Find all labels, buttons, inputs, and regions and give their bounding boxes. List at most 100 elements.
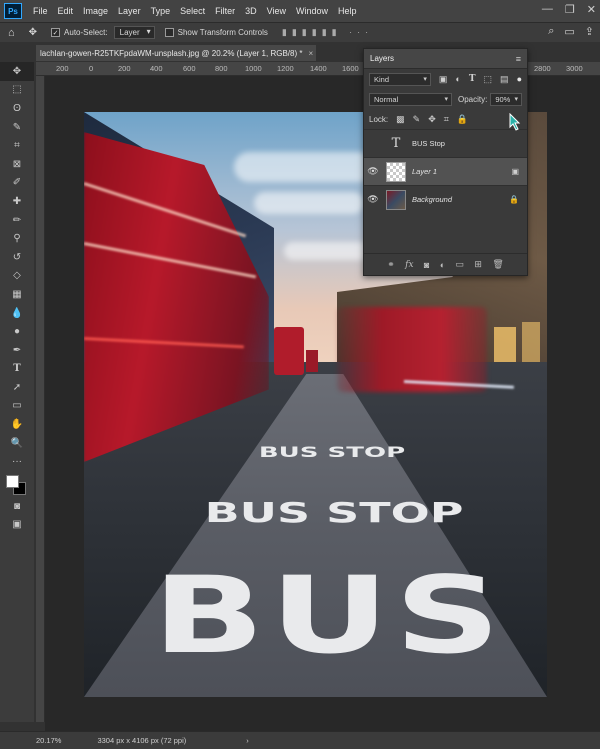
rectangle-tool-icon[interactable]: ▭: [0, 397, 34, 416]
lock-transparent-icon[interactable]: ▩: [396, 114, 405, 125]
opacity-value: 90%: [495, 94, 511, 104]
pen-tool-icon[interactable]: ✒: [0, 341, 34, 360]
status-menu-icon[interactable]: ›: [246, 736, 249, 745]
show-transform-option[interactable]: Show Transform Controls: [164, 28, 268, 37]
hand-tool-icon[interactable]: ✋: [0, 415, 34, 434]
close-document-icon[interactable]: ×: [308, 49, 313, 58]
color-swatches[interactable]: [0, 471, 34, 497]
filter-shape-icon[interactable]: ⬚: [484, 74, 493, 85]
quick-mask-icon[interactable]: ◙: [0, 497, 34, 516]
path-selection-tool-icon[interactable]: ➚: [0, 378, 34, 397]
gradient-tool-icon[interactable]: ▦: [0, 285, 34, 304]
document-tab[interactable]: lachlan-gowen-R25TKFpdaWM-unsplash.jpg @…: [36, 45, 316, 61]
options-bar: ⌂ ✥ ✓ Auto-Select: Layer Show Transform …: [0, 22, 600, 42]
filter-kind-dropdown[interactable]: Kind: [369, 72, 431, 86]
menu-file[interactable]: File: [28, 6, 53, 16]
panel-menu-icon[interactable]: ≡: [516, 54, 521, 64]
home-icon[interactable]: ⌂: [8, 27, 15, 39]
foreground-color-swatch[interactable]: [6, 475, 19, 489]
stencil-line2: BUS STOP: [205, 497, 464, 529]
lock-image-icon[interactable]: ✎: [413, 114, 421, 125]
trash-icon[interactable]: 🗑: [492, 259, 503, 270]
layer-row-layer-1[interactable]: 👁 Layer 1 ▣: [364, 157, 527, 185]
zoom-level[interactable]: 20.17%: [36, 736, 61, 745]
frame-tool-icon[interactable]: ⊠: [0, 155, 34, 174]
ruler-tick: 1000: [245, 64, 262, 73]
opacity-input[interactable]: 90%: [490, 92, 522, 106]
menu-filter[interactable]: Filter: [210, 6, 240, 16]
status-bar: 20.17% 3304 px x 4106 px (72 ppi) ›: [0, 731, 600, 749]
healing-brush-tool-icon[interactable]: ✚: [0, 192, 34, 211]
lock-all-icon[interactable]: 🔒: [457, 114, 468, 125]
crop-tool-icon[interactable]: ⌗: [0, 136, 34, 155]
zoom-tool-icon[interactable]: 🔍: [0, 434, 34, 453]
layer-row-background[interactable]: 👁 Background 🔒: [364, 185, 527, 213]
layers-panel-header[interactable]: Layers ≡: [364, 49, 527, 69]
search-icon[interactable]: ⌕: [548, 25, 554, 38]
visibility-toggle-icon[interactable]: 👁: [364, 138, 382, 149]
filter-adjustment-icon[interactable]: ◐: [455, 74, 460, 84]
menu-help[interactable]: Help: [333, 6, 362, 16]
quick-select-tool-icon[interactable]: ✎: [0, 118, 34, 137]
lock-artboard-icon[interactable]: ⌗: [444, 114, 449, 125]
auto-select-dropdown[interactable]: Layer: [113, 26, 155, 39]
workspace-icon[interactable]: ▭: [564, 25, 574, 38]
minimize-button[interactable]: —: [542, 3, 553, 16]
mask-icon[interactable]: ◙: [424, 260, 429, 270]
tools-panel: ✥ ⬚ ʘ ✎ ⌗ ⊠ ✐ ✚ ✏ ⚲ ↺ ◇ ▦ 💧 ● ✒ T ➚ ▭ ✋ …: [0, 62, 34, 722]
filter-pixel-icon[interactable]: ▣: [439, 74, 448, 85]
blend-mode-dropdown[interactable]: Normal: [369, 92, 452, 106]
eye-icon[interactable]: 👁: [364, 194, 382, 205]
link-icon[interactable]: ⚭: [387, 259, 395, 270]
move-tool-icon[interactable]: ✥: [0, 62, 34, 81]
lock-position-icon[interactable]: ✥: [428, 114, 436, 125]
group-icon[interactable]: ▭: [456, 259, 465, 270]
menu-type[interactable]: Type: [146, 6, 176, 16]
ruler-tick: 200: [118, 64, 131, 73]
menu-bar: Ps File Edit Image Layer Type Select Fil…: [0, 0, 600, 22]
eye-icon[interactable]: 👁: [364, 166, 382, 177]
text-layer-thumbnail: T: [391, 136, 401, 151]
menu-select[interactable]: Select: [175, 6, 210, 16]
fx-icon[interactable]: fx: [405, 260, 413, 270]
menu-window[interactable]: Window: [291, 6, 333, 16]
brush-tool-icon[interactable]: ✏: [0, 211, 34, 230]
filter-toggle-icon[interactable]: ●: [517, 74, 522, 84]
share-icon[interactable]: ⇪: [585, 25, 594, 38]
eyedropper-tool-icon[interactable]: ✐: [0, 174, 34, 193]
move-tool-icon[interactable]: ✥: [29, 27, 37, 38]
dodge-tool-icon[interactable]: ●: [0, 322, 34, 341]
ruler-tick: 0: [89, 64, 94, 73]
photoshop-logo[interactable]: Ps: [4, 3, 22, 19]
menu-image[interactable]: Image: [78, 6, 113, 16]
eraser-tool-icon[interactable]: ◇: [0, 267, 34, 286]
menu-edit[interactable]: Edit: [53, 6, 79, 16]
ruler-tick: 600: [183, 64, 196, 73]
filter-smart-object-icon[interactable]: ▤: [500, 74, 509, 85]
show-transform-checkbox[interactable]: [164, 28, 174, 37]
lasso-tool-icon[interactable]: ʘ: [0, 99, 34, 118]
layers-panel: Layers ≡ Kind ▣ ◐ T ⬚ ▤ ● Normal Opacity…: [363, 48, 528, 276]
screen-mode-icon[interactable]: ▣: [0, 516, 34, 535]
filter-type-icon[interactable]: T: [469, 74, 476, 84]
restore-button[interactable]: ❐: [565, 3, 575, 16]
clone-stamp-tool-icon[interactable]: ⚲: [0, 229, 34, 248]
blur-tool-icon[interactable]: 💧: [0, 304, 34, 323]
more-tools-icon[interactable]: ···: [0, 452, 34, 471]
menu-view[interactable]: View: [262, 6, 291, 16]
adjustment-icon[interactable]: ◐: [440, 260, 445, 270]
new-layer-icon[interactable]: ⊞: [474, 259, 482, 270]
type-tool-icon[interactable]: T: [0, 360, 34, 379]
lock-icon[interactable]: 🔒: [509, 195, 519, 204]
show-transform-label: Show Transform Controls: [177, 28, 268, 37]
align-icons[interactable]: ▮▮▮▮▮▮ ···: [282, 27, 373, 38]
close-button[interactable]: ✕: [587, 3, 596, 16]
auto-select-option[interactable]: ✓ Auto-Select:: [51, 28, 108, 37]
auto-select-checkbox[interactable]: ✓: [51, 28, 61, 37]
layer-name: Layer 1: [412, 167, 438, 176]
menu-3d[interactable]: 3D: [240, 6, 262, 16]
history-brush-tool-icon[interactable]: ↺: [0, 248, 34, 267]
layer-row-bus-stop[interactable]: 👁 T BUS Stop: [364, 129, 527, 157]
menu-layer[interactable]: Layer: [113, 6, 146, 16]
marquee-tool-icon[interactable]: ⬚: [0, 81, 34, 100]
